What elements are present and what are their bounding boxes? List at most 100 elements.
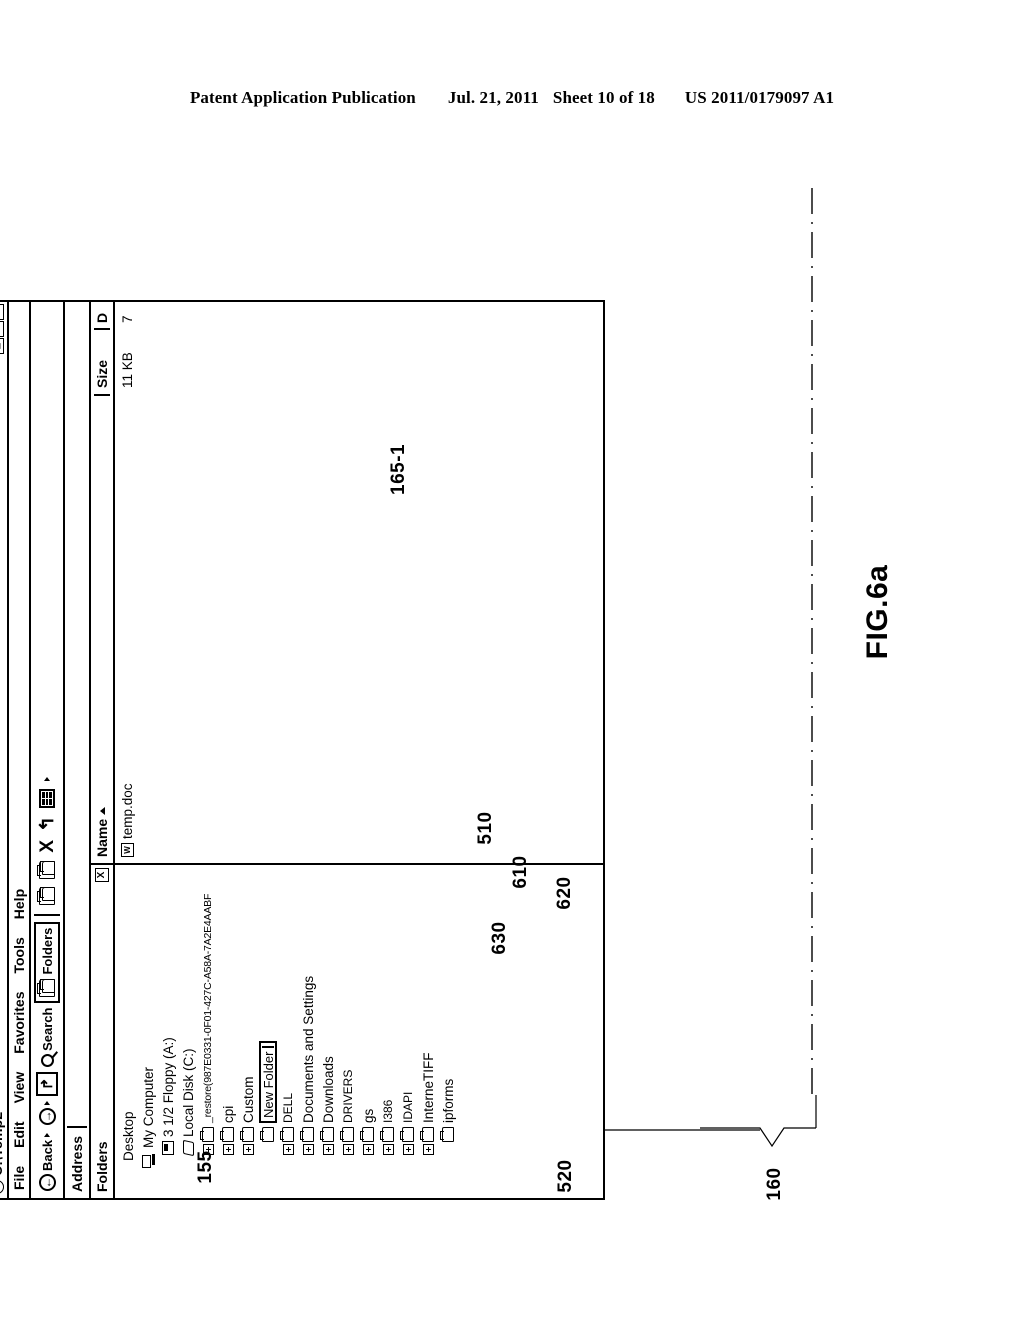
folder-window-icon bbox=[0, 1180, 4, 1194]
tree-expander-plus-icon[interactable] bbox=[422, 1142, 434, 1157]
column-header-date[interactable]: D bbox=[94, 302, 110, 328]
views-button[interactable] bbox=[32, 786, 62, 811]
tree-node[interactable]: My Computer bbox=[138, 865, 158, 1196]
tree-expander-plus-icon[interactable] bbox=[382, 1142, 394, 1157]
address-input[interactable] bbox=[67, 302, 87, 1128]
folders-pane-title: Folders bbox=[94, 1141, 110, 1192]
plus-icon bbox=[342, 1144, 354, 1155]
tree-node[interactable]: Desktop bbox=[118, 865, 138, 1196]
tree-node[interactable]: InterneTIFF bbox=[418, 865, 438, 1196]
menu-item-help[interactable]: Help bbox=[11, 887, 27, 921]
search-icon bbox=[40, 1053, 54, 1067]
menu-item-tools[interactable]: Tools bbox=[11, 935, 27, 975]
tree-expander-plus-icon[interactable] bbox=[342, 1142, 354, 1157]
word-doc-icon: W bbox=[120, 843, 134, 857]
back-dropdown-caret-icon[interactable] bbox=[44, 1132, 50, 1137]
maximize-button[interactable]: □ bbox=[0, 321, 4, 337]
tree-expander-plus-icon[interactable] bbox=[402, 1142, 414, 1157]
file-list-pane: Name Size D Wtemp.doc 11 KB 7 bbox=[91, 302, 603, 863]
column-header-name[interactable]: Name bbox=[94, 394, 110, 863]
file-list-row[interactable]: Wtemp.doc 11 KB 7 bbox=[115, 302, 137, 863]
file-list-rows: Wtemp.doc 11 KB 7 bbox=[115, 302, 137, 863]
menu-item-file[interactable]: File bbox=[11, 1164, 27, 1192]
folder-icon bbox=[242, 1127, 254, 1142]
tree-node[interactable]: I386 bbox=[378, 865, 398, 1196]
tree-node[interactable]: gs bbox=[358, 865, 378, 1196]
folder-icon bbox=[342, 1127, 354, 1142]
plus-icon bbox=[402, 1144, 414, 1155]
folders-button-label: Folders bbox=[39, 927, 55, 975]
plus-icon bbox=[382, 1144, 394, 1155]
copy-to-folder-icon bbox=[39, 860, 55, 879]
plus-icon bbox=[282, 1144, 294, 1155]
forward-button[interactable]: → bbox=[32, 1098, 62, 1128]
tree-expander-plus-icon[interactable] bbox=[322, 1142, 334, 1157]
tree-node[interactable]: cpi bbox=[218, 865, 238, 1196]
search-button-label: Search bbox=[39, 1007, 55, 1051]
explorer-window: C:\Temp2 _ □ X File Edit View Favorites … bbox=[0, 300, 605, 1200]
minimize-button[interactable]: _ bbox=[0, 338, 4, 354]
tree-expander-plus-icon[interactable] bbox=[362, 1142, 374, 1157]
plus-icon bbox=[362, 1144, 374, 1155]
tree-node[interactable]: New Folder bbox=[258, 865, 278, 1196]
search-button[interactable]: Search bbox=[32, 1005, 62, 1070]
tree-node[interactable]: Custom bbox=[238, 865, 258, 1196]
tree-expander-plus-icon[interactable] bbox=[302, 1142, 314, 1157]
menu-item-edit[interactable]: Edit bbox=[11, 1119, 27, 1149]
undo-arrow-icon: ↰ bbox=[36, 815, 58, 832]
folder-icon bbox=[362, 1127, 374, 1142]
tree-node[interactable]: IDAPI bbox=[398, 865, 418, 1196]
tree-node-label: Custom bbox=[240, 1076, 256, 1123]
reference-numeral: 160 bbox=[764, 1167, 785, 1201]
tree-expander-plus-icon[interactable] bbox=[222, 1142, 234, 1157]
menu-item-view[interactable]: View bbox=[11, 1070, 27, 1106]
disk-icon bbox=[182, 1141, 194, 1155]
folder-icon bbox=[202, 1127, 214, 1142]
toolbar-separator bbox=[34, 913, 60, 916]
window-title: C:\Temp2 bbox=[0, 1111, 5, 1176]
delete-button[interactable]: X bbox=[32, 837, 62, 856]
new-folder-name-value: New Folder bbox=[260, 1051, 276, 1118]
folders-pane-header: Folders X bbox=[91, 865, 115, 1198]
column-header-size[interactable]: Size bbox=[94, 328, 110, 394]
tree-expander-plus-icon[interactable] bbox=[242, 1142, 254, 1157]
folder-icon bbox=[422, 1127, 434, 1142]
folders-pane-close-icon[interactable]: X bbox=[95, 868, 109, 882]
forward-dropdown-caret-icon[interactable] bbox=[44, 1100, 50, 1105]
tree-node[interactable]: Downloads bbox=[318, 865, 338, 1196]
folder-icon bbox=[262, 1127, 274, 1142]
reference-numeral: 610 bbox=[510, 855, 531, 889]
back-button[interactable]: ← Back bbox=[32, 1130, 62, 1194]
tree-node[interactable]: DELL bbox=[278, 865, 298, 1196]
computer-icon bbox=[141, 1152, 155, 1168]
tree-node-label: 3 1/2 Floppy (A:) bbox=[160, 1037, 176, 1137]
window-body: Folders X Desktop My Computer 3 1/2 Floppy… bbox=[91, 302, 603, 1198]
tree-node[interactable]: 3 1/2 Floppy (A:) bbox=[158, 865, 178, 1196]
toolbar: ← Back → ↱ Search Folders X ↰ bbox=[31, 302, 65, 1198]
plus-icon bbox=[302, 1144, 314, 1155]
tree-expander-plus-icon[interactable] bbox=[282, 1142, 294, 1157]
tree-node[interactable]: ipforms bbox=[438, 865, 458, 1196]
window-titlebar: C:\Temp2 _ □ X bbox=[0, 302, 9, 1198]
tree-node[interactable]: Documents and Settings bbox=[298, 865, 318, 1196]
undo-button[interactable]: ↰ bbox=[32, 813, 62, 835]
up-one-level-button[interactable]: ↱ bbox=[36, 1071, 58, 1096]
tree-node[interactable]: DRIVERS bbox=[338, 865, 358, 1196]
plus-icon bbox=[322, 1144, 334, 1155]
address-bar-label: Address bbox=[69, 1135, 85, 1192]
copy-to-button[interactable] bbox=[32, 858, 62, 882]
column-header-name-label: Name bbox=[94, 818, 110, 857]
folders-button[interactable]: Folders bbox=[34, 921, 60, 1003]
toolbar-overflow-button[interactable] bbox=[32, 774, 62, 784]
forward-arrow-icon: → bbox=[38, 1107, 56, 1125]
move-to-button[interactable] bbox=[32, 884, 62, 908]
plus-icon bbox=[422, 1144, 434, 1155]
tree-node-label: InterneTIFF bbox=[420, 1052, 436, 1123]
figure-stage: C:\Temp2 _ □ X File Edit View Favorites … bbox=[0, 0, 1024, 1320]
close-button[interactable]: X bbox=[0, 304, 4, 320]
folder-icon bbox=[302, 1127, 314, 1142]
menu-item-favorites[interactable]: Favorites bbox=[11, 990, 27, 1056]
reference-numeral: 620 bbox=[554, 876, 575, 910]
sort-ascending-icon bbox=[99, 806, 105, 815]
new-folder-name-input[interactable]: New Folder bbox=[259, 1041, 277, 1123]
